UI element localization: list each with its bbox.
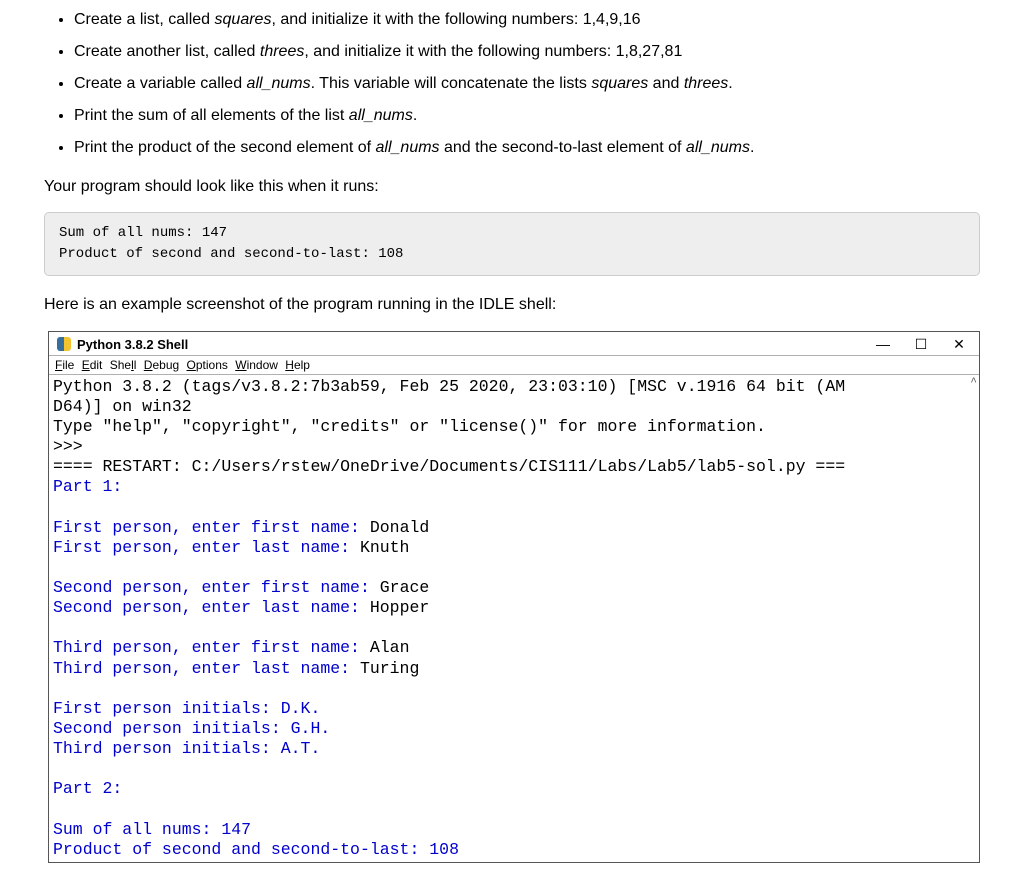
python-logo-icon	[57, 337, 71, 351]
expected-output-box: Sum of all nums: 147 Product of second a…	[44, 212, 980, 276]
close-button[interactable]: ✕	[949, 336, 969, 353]
instruction-item: Create another list, called threes, and …	[74, 40, 1000, 64]
lead-text-1: Your program should look like this when …	[44, 176, 1000, 198]
instruction-item: Create a variable called all_nums. This …	[74, 72, 1000, 96]
instruction-list: Create a list, called squares, and initi…	[74, 8, 1000, 160]
menu-edit[interactable]: Edit	[82, 358, 103, 372]
scroll-up-icon[interactable]: ^	[970, 377, 977, 390]
menu-shell[interactable]: Shell	[110, 358, 137, 372]
menu-file[interactable]: File	[55, 358, 74, 372]
minimize-button[interactable]: —	[873, 336, 893, 352]
instruction-item: Print the sum of all elements of the lis…	[74, 104, 1000, 128]
idle-output-area[interactable]: ^Python 3.8.2 (tags/v3.8.2:7b3ab59, Feb …	[49, 375, 979, 862]
idle-menubar: File Edit Shell Debug Options Window Hel…	[49, 356, 979, 375]
menu-options[interactable]: Options	[187, 358, 228, 372]
menu-help[interactable]: Help	[285, 358, 310, 372]
menu-window[interactable]: Window	[235, 358, 278, 372]
idle-shell-window: Python 3.8.2 Shell — ☐ ✕ File Edit Shell…	[48, 331, 980, 863]
lead-text-2: Here is an example screenshot of the pro…	[44, 294, 1000, 316]
instruction-item: Create a list, called squares, and initi…	[74, 8, 1000, 32]
instruction-item: Print the product of the second element …	[74, 136, 1000, 160]
menu-debug[interactable]: Debug	[144, 358, 179, 372]
window-title: Python 3.8.2 Shell	[77, 337, 188, 352]
maximize-button[interactable]: ☐	[911, 336, 931, 353]
idle-titlebar: Python 3.8.2 Shell — ☐ ✕	[49, 332, 979, 356]
